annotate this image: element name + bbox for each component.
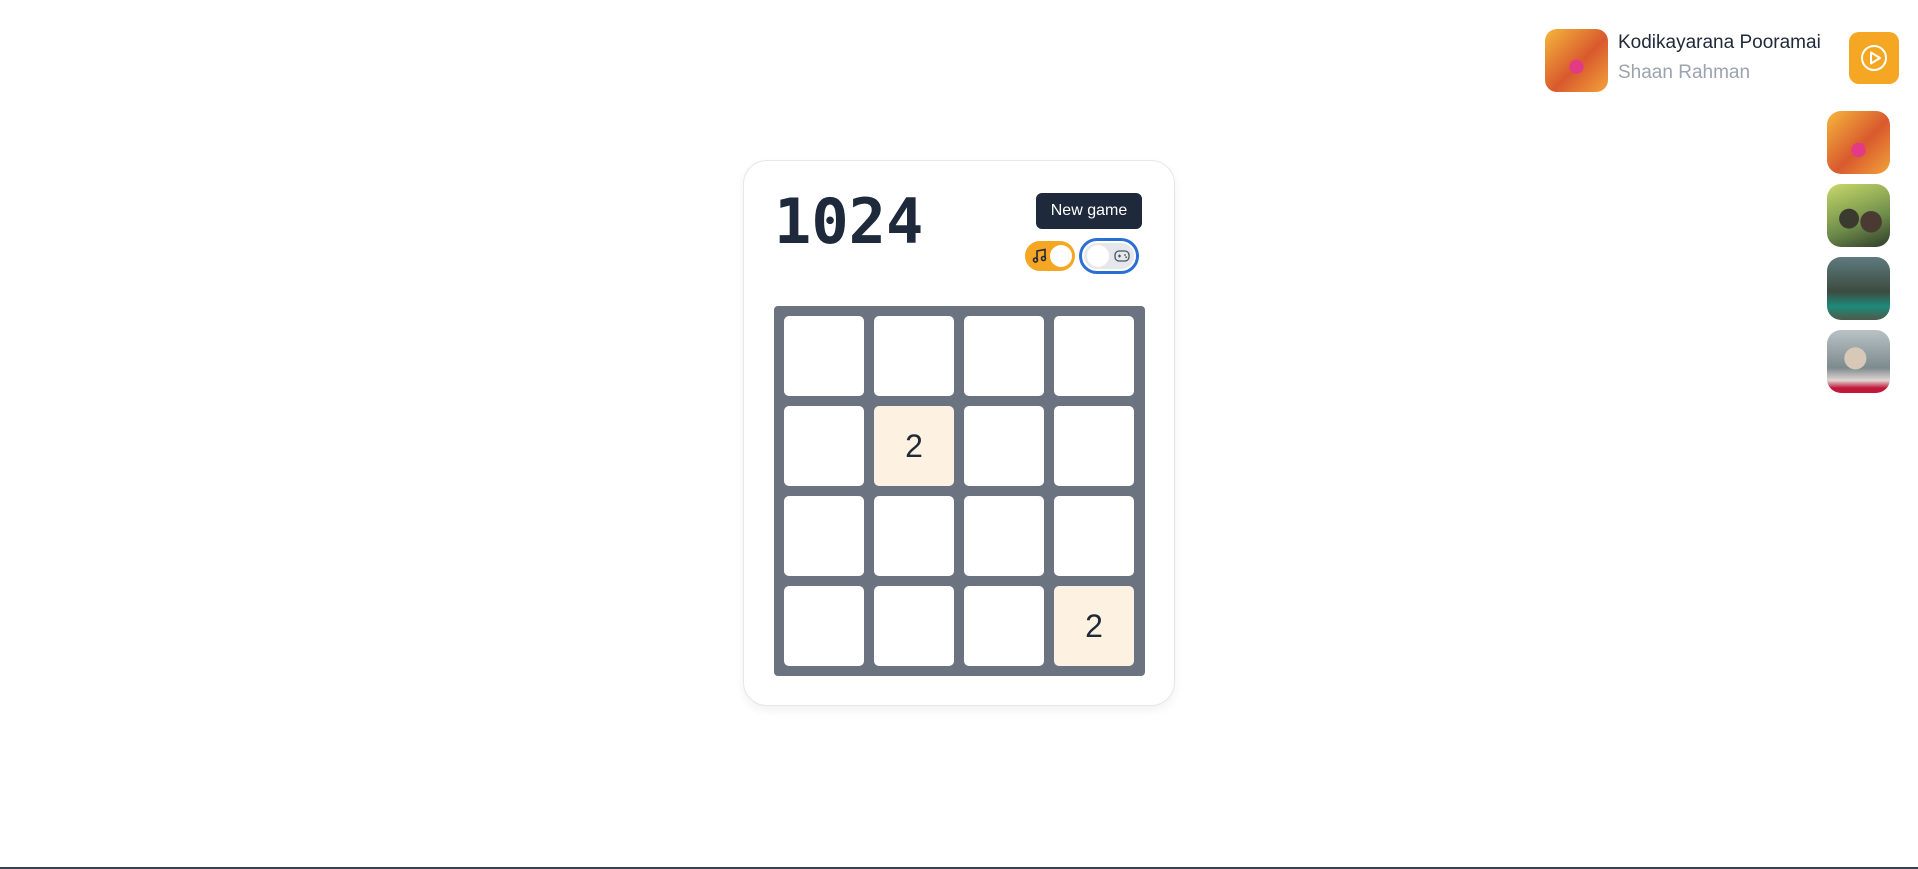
board-tile	[784, 316, 864, 396]
board-tile	[1054, 406, 1134, 486]
board-tile	[784, 406, 864, 486]
board-tile: 2	[874, 406, 954, 486]
game-card: 1024 New game 22	[743, 160, 1175, 706]
queue-album-art[interactable]	[1827, 330, 1890, 393]
board-tile	[784, 496, 864, 576]
music-toggle[interactable]	[1025, 241, 1075, 271]
board-tile	[874, 496, 954, 576]
board-tile	[874, 316, 954, 396]
board-tile	[964, 496, 1044, 576]
board-tile	[964, 406, 1044, 486]
now-playing-artist: Shaan Rahman	[1618, 62, 1751, 83]
now-playing-title: Kodikayarana Pooramai	[1618, 32, 1821, 53]
queue-album-art[interactable]	[1827, 111, 1890, 174]
song-queue	[1827, 111, 1890, 403]
new-game-button[interactable]: New game	[1036, 193, 1142, 229]
board-tile	[1054, 496, 1134, 576]
game-sound-toggle-track	[1084, 243, 1134, 269]
board-tile	[874, 586, 954, 666]
game-board[interactable]: 22	[774, 306, 1145, 676]
board-tile	[1054, 316, 1134, 396]
music-note-icon	[1032, 248, 1047, 263]
queue-album-art[interactable]	[1827, 184, 1890, 247]
board-tile	[964, 586, 1044, 666]
board-tile: 2	[1054, 586, 1134, 666]
gamepad-icon	[1114, 250, 1130, 262]
game-sound-toggle-knob	[1087, 245, 1109, 267]
now-playing-album-art	[1545, 29, 1608, 92]
play-circle-icon	[1861, 45, 1887, 71]
queue-album-art[interactable]	[1827, 257, 1890, 320]
play-button[interactable]	[1849, 32, 1899, 84]
game-sound-toggle[interactable]	[1079, 238, 1139, 274]
board-tile	[964, 316, 1044, 396]
game-title: 1024	[774, 185, 924, 258]
now-playing: Kodikayarana Pooramai Shaan Rahman	[1545, 28, 1900, 93]
board-tile	[784, 586, 864, 666]
music-toggle-knob	[1050, 245, 1072, 267]
